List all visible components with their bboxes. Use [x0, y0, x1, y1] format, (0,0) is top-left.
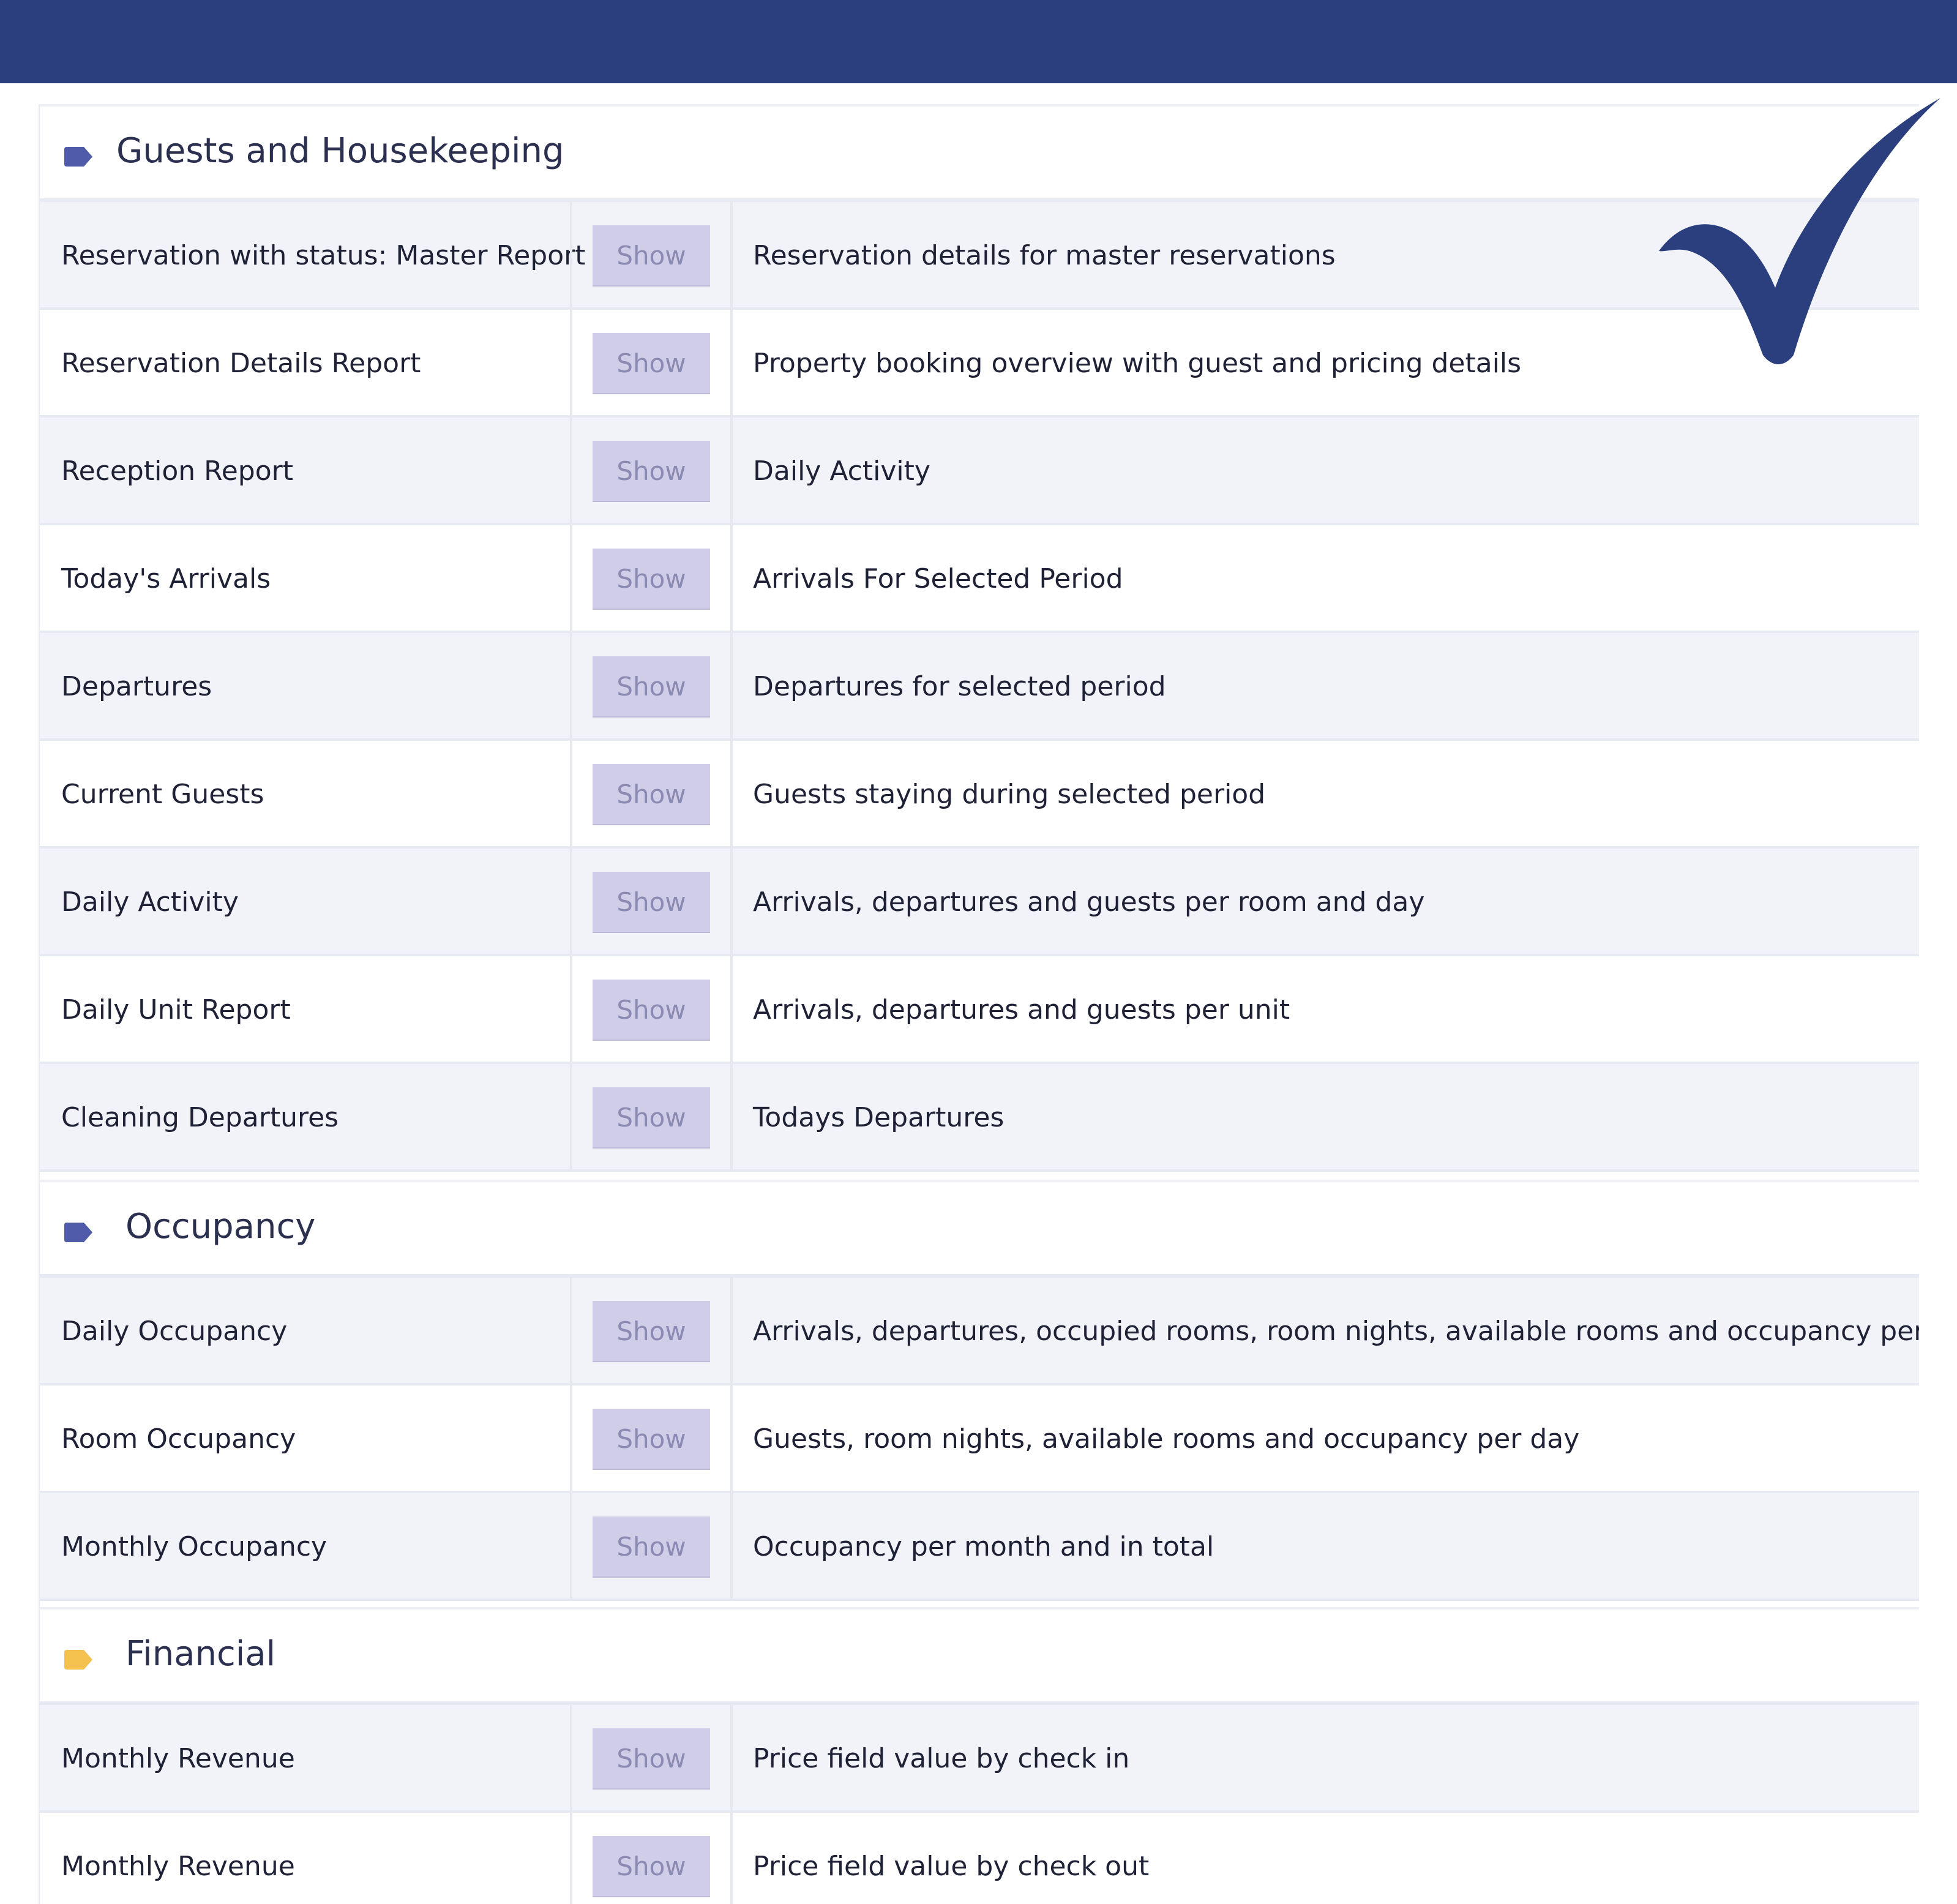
button-cell: Show — [570, 310, 733, 415]
report-name: Reception Report — [61, 455, 293, 487]
report-description: Arrivals, departures, occupied rooms, ro… — [753, 1316, 1919, 1347]
tag-icon — [64, 1223, 92, 1242]
section-title: Guests and Housekeeping — [116, 131, 564, 171]
report-name: Current Guests — [61, 779, 264, 810]
report-description: Arrivals, departures and guests per unit — [753, 994, 1290, 1025]
show-button[interactable]: Show — [593, 333, 710, 393]
show-button[interactable]: Show — [593, 764, 710, 824]
table-row: Daily Occupancy Show Arrivals, departure… — [40, 1278, 1919, 1385]
report-description: Daily Activity — [753, 455, 930, 487]
table-row: Departures Show Departures for selected … — [40, 633, 1919, 741]
show-button[interactable]: Show — [593, 225, 710, 285]
table-row: Daily Activity Show Arrivals, departures… — [40, 849, 1919, 956]
report-description: Arrivals, departures and guests per room… — [753, 886, 1425, 918]
table-row: Reservation with status: Master Report S… — [40, 202, 1919, 310]
button-cell: Show — [570, 1705, 733, 1810]
table-row: Room Occupancy Show Guests, room nights,… — [40, 1385, 1919, 1493]
report-description: Property booking overview with guest and… — [753, 348, 1522, 379]
reports-panel: Guests and Housekeeping Reservation with… — [39, 104, 1919, 1904]
report-name: Daily Occupancy — [61, 1316, 288, 1347]
show-button[interactable]: Show — [593, 872, 710, 932]
show-button[interactable]: Show — [593, 549, 710, 609]
show-button[interactable]: Show — [593, 1301, 710, 1361]
button-cell: Show — [570, 1385, 733, 1491]
report-name: Room Occupancy — [61, 1423, 296, 1455]
report-description: Reservation details for master reservati… — [753, 240, 1336, 271]
report-name: Today's Arrivals — [61, 563, 271, 594]
section-title: Financial — [125, 1634, 276, 1674]
button-cell: Show — [570, 525, 733, 631]
show-button[interactable]: Show — [593, 656, 710, 716]
report-name: Departures — [61, 671, 212, 702]
button-cell: Show — [570, 633, 733, 738]
table-row: Today's Arrivals Show Arrivals For Selec… — [40, 525, 1919, 633]
show-button[interactable]: Show — [593, 1516, 710, 1576]
tag-icon — [64, 1650, 92, 1670]
section-title: Occupancy — [125, 1207, 316, 1246]
button-cell: Show — [570, 1493, 733, 1599]
report-description: Price field value by check out — [753, 1851, 1150, 1882]
report-name: Monthly Occupancy — [61, 1531, 327, 1562]
show-button[interactable]: Show — [593, 1409, 710, 1469]
report-name: Cleaning Departures — [61, 1102, 339, 1133]
button-cell: Show — [570, 849, 733, 954]
tag-icon — [64, 147, 92, 167]
report-name: Reservation with status: Master Report — [61, 240, 586, 271]
report-name: Monthly Revenue — [61, 1743, 295, 1774]
show-button[interactable]: Show — [593, 980, 710, 1040]
table-row: Reception Report Show Daily Activity — [40, 418, 1919, 525]
report-name: Monthly Revenue — [61, 1851, 295, 1882]
report-description: Departures for selected period — [753, 671, 1166, 702]
report-description: Arrivals For Selected Period — [753, 563, 1123, 594]
button-cell: Show — [570, 741, 733, 846]
table-row: Monthly Revenue Show Price field value b… — [40, 1705, 1919, 1813]
table-row: Monthly Revenue Show Price field value b… — [40, 1813, 1919, 1904]
button-cell: Show — [570, 1813, 733, 1904]
button-cell: Show — [570, 1064, 733, 1169]
report-description: Occupancy per month and in total — [753, 1531, 1214, 1562]
section-header-financial: Financial — [40, 1607, 1919, 1705]
report-description: Todays Departures — [753, 1102, 1005, 1133]
report-description: Guests staying during selected period — [753, 779, 1266, 810]
report-name: Reservation Details Report — [61, 348, 421, 379]
button-cell: Show — [570, 956, 733, 1062]
button-cell: Show — [570, 418, 733, 523]
show-button[interactable]: Show — [593, 441, 710, 501]
top-header-bar — [0, 0, 1957, 83]
checkmark-icon — [1659, 98, 1940, 364]
section-header-occupancy: Occupancy — [40, 1180, 1919, 1278]
show-button[interactable]: Show — [593, 1836, 710, 1896]
table-row: Current Guests Show Guests staying durin… — [40, 741, 1919, 849]
show-button[interactable]: Show — [593, 1728, 710, 1788]
table-row: Cleaning Departures Show Todays Departur… — [40, 1064, 1919, 1172]
button-cell: Show — [570, 1278, 733, 1383]
report-description: Price field value by check in — [753, 1743, 1130, 1774]
table-row: Monthly Occupancy Show Occupancy per mon… — [40, 1493, 1919, 1601]
show-button[interactable]: Show — [593, 1087, 710, 1147]
report-name: Daily Unit Report — [61, 994, 291, 1025]
table-row: Reservation Details Report Show Property… — [40, 310, 1919, 418]
button-cell: Show — [570, 202, 733, 307]
table-row: Daily Unit Report Show Arrivals, departu… — [40, 956, 1919, 1064]
report-description: Guests, room nights, available rooms and… — [753, 1423, 1580, 1455]
report-name: Daily Activity — [61, 886, 239, 918]
section-header-guests-housekeeping: Guests and Housekeeping — [40, 104, 1919, 202]
